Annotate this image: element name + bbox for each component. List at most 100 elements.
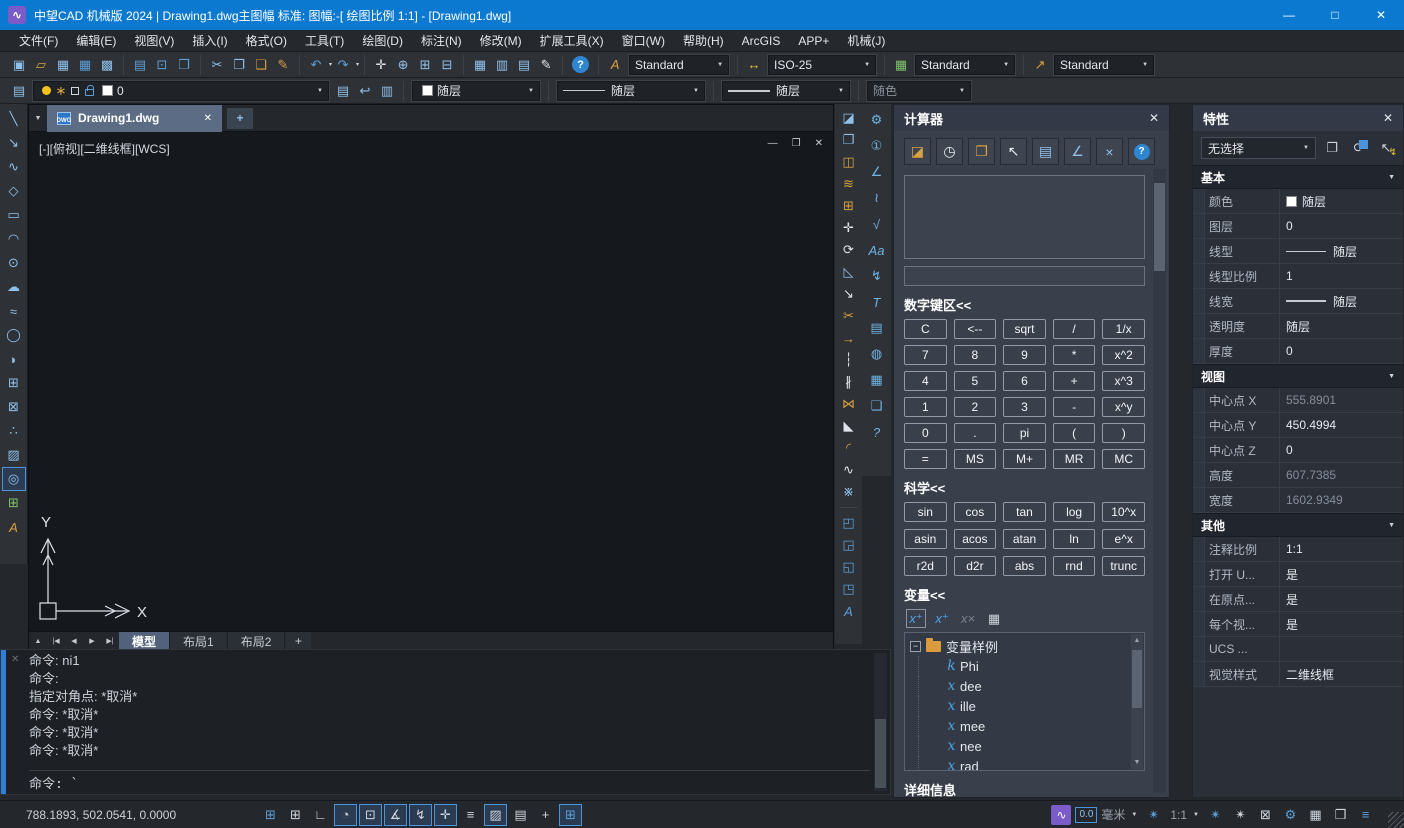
lineweight-display-icon[interactable]: ≡ [459, 804, 482, 826]
auto-snap-icon[interactable]: ↯ [409, 804, 432, 826]
copy-icon[interactable]: ❐ [837, 129, 861, 151]
variable-item[interactable]: xrad [918, 756, 1128, 771]
layer-translate-icon[interactable]: ▥ [376, 80, 398, 102]
property-row[interactable]: 宽度1602.9349 [1193, 488, 1403, 513]
break-icon[interactable]: ∦ [837, 371, 861, 393]
bom-table-icon[interactable]: ▦ [865, 367, 889, 393]
line-icon[interactable]: ╲ [2, 107, 26, 131]
variable-folder-row[interactable]: − 变量样例 [910, 636, 1128, 656]
layout-nav-button[interactable]: |◀ [47, 632, 65, 650]
menu-item[interactable]: 帮助(H) [674, 30, 733, 52]
property-row[interactable]: 高度607.7385 [1193, 463, 1403, 488]
tab-close-icon[interactable]: ✕ [204, 113, 212, 124]
property-row[interactable]: 透明度随层 [1193, 314, 1403, 339]
color-combo[interactable]: 随层▼ [412, 81, 540, 101]
variables-section-header[interactable]: 变量<< [904, 585, 1145, 604]
calc-input-field[interactable] [904, 266, 1145, 286]
calc-key[interactable]: 5 [954, 371, 997, 391]
layout-nav-button[interactable]: ▶ [83, 632, 101, 650]
layout-nav-button[interactable]: ▶| [101, 632, 119, 650]
break-at-point-icon[interactable]: ┆ [837, 349, 861, 371]
table-style-combo[interactable]: Standard▼ [915, 55, 1015, 75]
viewport-freeze-icon[interactable] [71, 87, 79, 95]
zoom-realtime-icon[interactable]: ⊕ [392, 54, 414, 76]
menu-item[interactable]: 格式(O) [237, 30, 296, 52]
workspace-icon[interactable]: ⊞ [559, 804, 582, 826]
calc-sci-key[interactable]: log [1053, 502, 1096, 522]
zoom-window-icon[interactable]: ⊞ [414, 54, 436, 76]
polar-tracking-icon[interactable]: ◔ [334, 804, 357, 826]
fullscreen-icon[interactable]: ❒ [1329, 804, 1352, 826]
text-to-front-icon[interactable]: A [837, 600, 861, 622]
quick-properties-icon[interactable]: ▤ [509, 804, 532, 826]
layout-nav-button[interactable]: ▲ [29, 632, 47, 650]
quick-calc-palette-icon[interactable]: ▦ [469, 54, 491, 76]
centerline-icon[interactable]: ≀ [865, 185, 889, 211]
fillet-icon[interactable]: ◜ [837, 437, 861, 459]
unlock-icon[interactable] [85, 89, 94, 96]
calc-key[interactable]: 2 [954, 397, 997, 417]
status-menu-icon[interactable]: ≡ [1354, 804, 1377, 826]
calc-key[interactable]: = [904, 449, 947, 469]
bring-to-front-icon[interactable]: ◰ [837, 512, 861, 534]
calc-sci-key[interactable]: d2r [954, 556, 997, 576]
command-input[interactable]: 命令: ` [29, 770, 870, 792]
calculator-scrollbar[interactable] [1153, 169, 1166, 793]
mech-help-icon[interactable]: ? [865, 419, 889, 445]
calc-sci-key[interactable]: acos [954, 529, 997, 549]
tab-menu-button[interactable]: ▼ [29, 108, 47, 128]
object-snap-tracking-icon[interactable]: ∡ [384, 804, 407, 826]
property-row[interactable]: 中心点 Z0 [1193, 438, 1403, 463]
property-row[interactable]: 厚度0 [1193, 339, 1403, 364]
select-objects-icon[interactable]: ⟳ [1348, 137, 1370, 159]
array-icon[interactable]: ⊞ [837, 195, 861, 217]
calc-key[interactable]: - [1053, 397, 1096, 417]
section-view-header[interactable]: 视图▼ [1193, 364, 1403, 388]
command-close-icon[interactable]: ✕ [11, 654, 19, 665]
performance-icon[interactable]: ▦ [1304, 804, 1327, 826]
doc-minimize-button[interactable]: — [768, 138, 778, 149]
calc-key[interactable]: . [954, 423, 997, 443]
object-snap-icon[interactable]: ⊡ [359, 804, 382, 826]
copy-icon[interactable]: ❐ [228, 54, 250, 76]
title-block-icon[interactable]: ❏ [865, 393, 889, 419]
save-as-icon[interactable]: ▦ [74, 54, 96, 76]
polyline-icon[interactable]: ∿ [2, 155, 26, 179]
construction-line-icon[interactable]: ↘ [2, 131, 26, 155]
doc-close-button[interactable]: ✕ [815, 138, 823, 149]
minimize-button[interactable]: — [1266, 0, 1312, 30]
command-scrollbar[interactable] [874, 653, 887, 791]
blend-curves-icon[interactable]: ∿ [837, 459, 861, 481]
calc-get-coordinates-icon[interactable]: ↖ [1000, 138, 1027, 165]
calc-key[interactable]: 4 [904, 371, 947, 391]
mtext-icon[interactable]: A [2, 515, 26, 539]
offset-icon[interactable]: ≋ [837, 173, 861, 195]
ortho-icon[interactable]: ∟ [309, 804, 332, 826]
variable-item[interactable]: xdee [918, 676, 1128, 696]
dynamic-input-icon[interactable]: ✛ [434, 804, 457, 826]
variable-item[interactable]: xnee [918, 736, 1128, 756]
property-row[interactable]: 颜色随层 [1193, 189, 1403, 214]
freeze-icon[interactable]: ∗ [54, 80, 68, 102]
block-palette-icon[interactable]: ▥ [491, 54, 513, 76]
calc-sci-key[interactable]: 10^x [1102, 502, 1145, 522]
calc-key[interactable]: 8 [954, 345, 997, 365]
redo-button[interactable]: ↷ [332, 54, 354, 76]
calc-key[interactable]: x^3 [1102, 371, 1145, 391]
arc-icon[interactable]: ◠ [2, 227, 26, 251]
menu-item[interactable]: 编辑(E) [67, 30, 125, 52]
variable-calculator-icon[interactable]: ▦ [984, 609, 1004, 628]
mirror-icon[interactable]: ◫ [837, 151, 861, 173]
create-block-icon[interactable]: ⊠ [2, 395, 26, 419]
section-other-header[interactable]: 其他▼ [1193, 513, 1403, 537]
pan-icon[interactable]: ✛ [370, 54, 392, 76]
calc-clear-icon[interactable]: ◪ [904, 138, 931, 165]
menu-item[interactable]: 插入(I) [183, 30, 236, 52]
bring-above-icon[interactable]: ◱ [837, 556, 861, 578]
calc-key[interactable]: * [1053, 345, 1096, 365]
calc-key[interactable]: 0 [904, 423, 947, 443]
calc-key[interactable]: 3 [1003, 397, 1046, 417]
variable-item[interactable]: xmee [918, 716, 1128, 736]
mech-settings-icon[interactable]: ⚙ [865, 107, 889, 133]
undo-button[interactable]: ↶ [305, 54, 327, 76]
